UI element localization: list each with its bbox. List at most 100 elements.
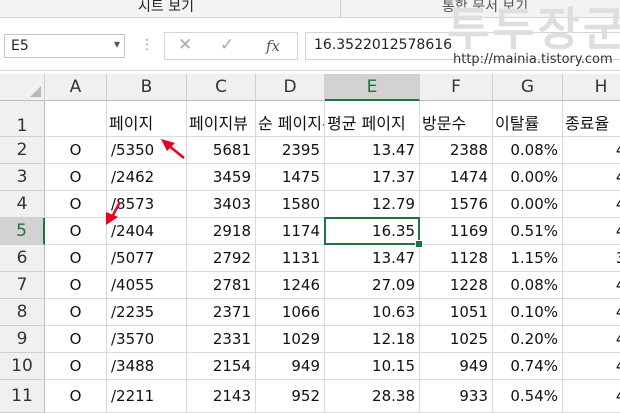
row-header-6[interactable]: 6 (0, 245, 45, 272)
table-cell[interactable]: 44 (563, 353, 620, 380)
table-cell[interactable]: 0.20% (493, 326, 563, 353)
table-cell[interactable]: /8573 (107, 191, 187, 218)
name-box[interactable]: E5 ▾ (4, 34, 125, 58)
table-cell[interactable]: /2235 (107, 299, 187, 326)
table-cell[interactable]: 2331 (187, 326, 256, 353)
table-cell[interactable]: 10.15 (325, 353, 420, 380)
column-title-cell[interactable]: 페이지 (107, 101, 187, 137)
table-cell[interactable]: 1169 (420, 218, 493, 245)
column-header-g[interactable]: G (493, 74, 563, 101)
table-cell[interactable]: 41 (563, 137, 620, 164)
table-cell[interactable]: 1066 (256, 299, 325, 326)
table-cell[interactable]: O (45, 218, 107, 245)
table-cell[interactable]: 0.10% (493, 299, 563, 326)
table-cell[interactable]: 44 (563, 299, 620, 326)
more-options-icon[interactable]: ⋮ (140, 37, 154, 53)
table-cell[interactable]: 13.47 (325, 245, 420, 272)
table-cell[interactable]: 45 (563, 191, 620, 218)
table-cell[interactable]: /2462 (107, 164, 187, 191)
row-header-8[interactable]: 8 (0, 299, 45, 326)
table-cell[interactable]: 1131 (256, 245, 325, 272)
table-cell[interactable]: 12.18 (325, 326, 420, 353)
table-cell[interactable]: O (45, 137, 107, 164)
cancel-icon[interactable]: ✕ (178, 35, 192, 55)
table-cell[interactable]: 0.54% (493, 380, 563, 413)
table-cell[interactable]: 1228 (420, 272, 493, 299)
table-cell[interactable]: 949 (256, 353, 325, 380)
table-cell[interactable]: 27.09 (325, 272, 420, 299)
table-cell[interactable]: 3459 (187, 164, 256, 191)
table-cell[interactable]: 43 (563, 272, 620, 299)
table-cell[interactable]: O (45, 380, 107, 413)
table-cell[interactable]: 1174 (256, 218, 325, 245)
table-cell[interactable]: 1475 (256, 164, 325, 191)
table-cell[interactable]: 28.38 (325, 380, 420, 413)
table-cell[interactable]: 1474 (420, 164, 493, 191)
table-cell[interactable]: 2781 (187, 272, 256, 299)
table-cell[interactable]: 0.08% (493, 272, 563, 299)
table-cell[interactable]: /2404 (107, 218, 187, 245)
table-cell[interactable]: 952 (256, 380, 325, 413)
table-cell[interactable]: 2918 (187, 218, 256, 245)
table-cell[interactable]: 5681 (187, 137, 256, 164)
table-cell[interactable]: 1029 (256, 326, 325, 353)
column-title-cell[interactable]: 페이지뷰 (187, 101, 256, 137)
table-cell[interactable]: 39 (563, 245, 620, 272)
table-cell[interactable]: 10.63 (325, 299, 420, 326)
column-header-a[interactable]: A (45, 74, 107, 101)
insert-function-button[interactable]: fx (266, 37, 280, 55)
row-header-7[interactable]: 7 (0, 272, 45, 299)
table-cell[interactable]: 42 (563, 164, 620, 191)
table-cell[interactable]: O (45, 326, 107, 353)
table-cell[interactable]: 949 (420, 353, 493, 380)
table-cell[interactable]: 1246 (256, 272, 325, 299)
row-header-4[interactable]: 4 (0, 191, 45, 218)
column-header-d[interactable]: D (256, 74, 325, 101)
table-cell[interactable]: /2211 (107, 380, 187, 413)
check-icon[interactable]: ✓ (220, 35, 234, 55)
column-header-c[interactable]: C (187, 74, 256, 101)
row-header-10[interactable]: 10 (0, 353, 45, 380)
row-header-9[interactable]: 9 (0, 326, 45, 353)
table-cell[interactable]: O (45, 353, 107, 380)
table-cell[interactable]: 2143 (187, 380, 256, 413)
table-cell[interactable]: 1025 (420, 326, 493, 353)
table-cell[interactable]: 0.74% (493, 353, 563, 380)
table-cell[interactable]: 1580 (256, 191, 325, 218)
column-title-cell[interactable]: 순 페이지뷰 (256, 101, 325, 137)
table-cell[interactable]: 0.00% (493, 191, 563, 218)
table-cell[interactable]: 1576 (420, 191, 493, 218)
column-header-b[interactable]: B (107, 74, 187, 101)
column-title-cell[interactable] (45, 101, 107, 137)
chevron-down-icon[interactable]: ▾ (114, 37, 120, 51)
table-cell[interactable]: O (45, 191, 107, 218)
table-cell[interactable]: O (45, 272, 107, 299)
table-cell[interactable]: 1051 (420, 299, 493, 326)
table-cell[interactable]: 16.35 (325, 218, 420, 245)
table-cell[interactable]: 12.79 (325, 191, 420, 218)
table-cell[interactable]: 43 (563, 326, 620, 353)
select-all-corner[interactable] (0, 74, 45, 101)
column-header-e[interactable]: E (325, 74, 420, 101)
row-header-5[interactable]: 5 (0, 218, 45, 245)
row-header-1[interactable]: 1 (0, 101, 45, 137)
table-cell[interactable]: 13.47 (325, 137, 420, 164)
table-cell[interactable]: O (45, 299, 107, 326)
row-header-11[interactable]: 11 (0, 380, 45, 413)
column-title-cell[interactable]: 종료율 (563, 101, 620, 137)
table-cell[interactable]: 2792 (187, 245, 256, 272)
table-cell[interactable]: /3488 (107, 353, 187, 380)
table-cell[interactable]: /5350 (107, 137, 187, 164)
table-cell[interactable]: /3570 (107, 326, 187, 353)
table-cell[interactable]: 3403 (187, 191, 256, 218)
table-cell[interactable]: 2395 (256, 137, 325, 164)
table-cell[interactable]: 2154 (187, 353, 256, 380)
column-header-h[interactable]: H (563, 74, 620, 101)
table-cell[interactable]: 43 (563, 380, 620, 413)
table-cell[interactable]: 0.51% (493, 218, 563, 245)
row-header-2[interactable]: 2 (0, 137, 45, 164)
table-cell[interactable]: O (45, 245, 107, 272)
column-header-f[interactable]: F (420, 74, 493, 101)
column-title-cell[interactable]: 평균 페이지 (325, 101, 420, 137)
table-cell[interactable]: 1128 (420, 245, 493, 272)
